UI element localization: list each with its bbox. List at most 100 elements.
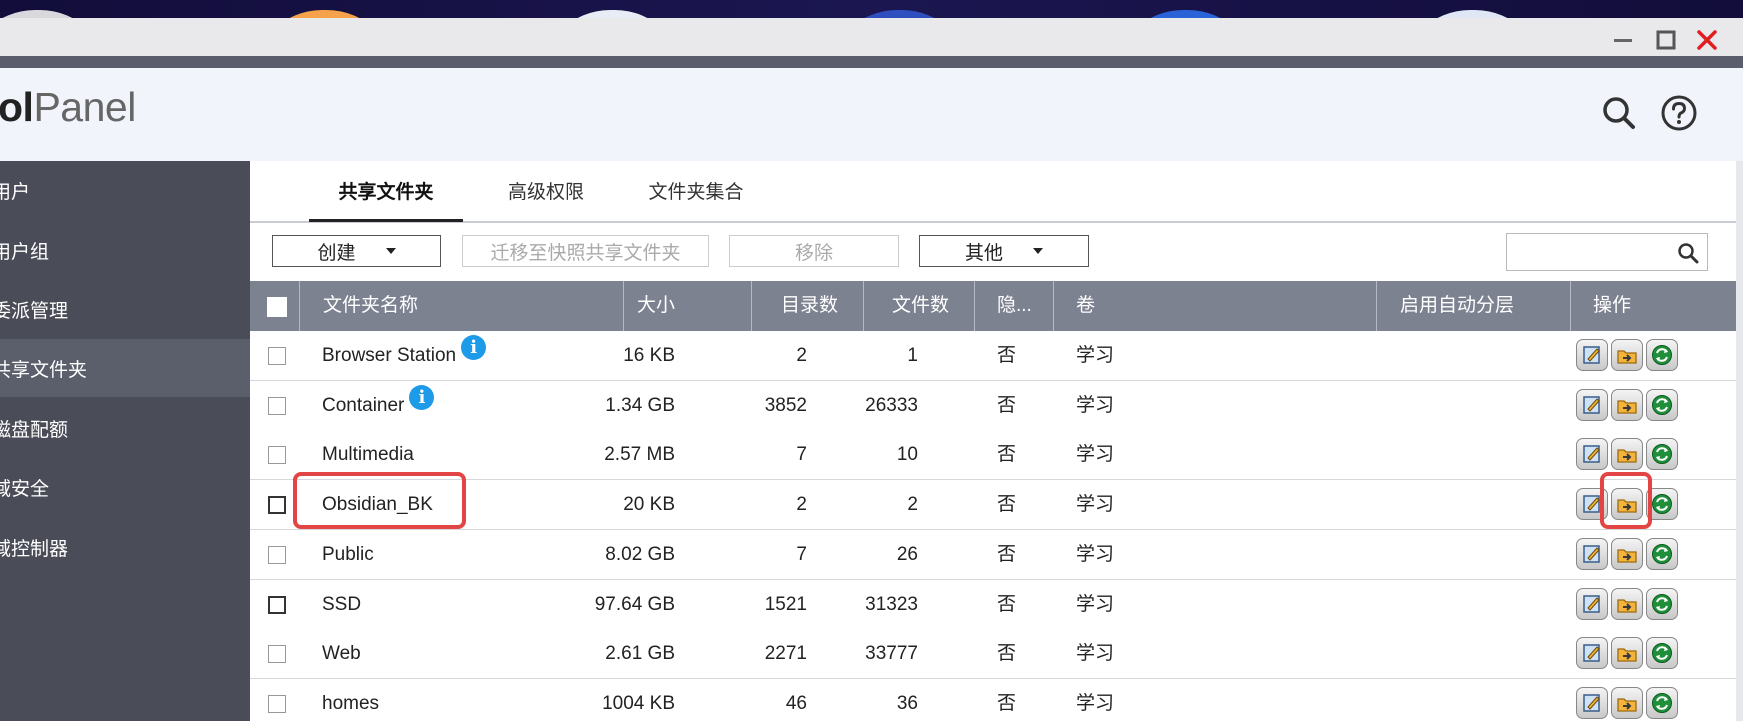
- table-row[interactable]: Multimedia 2.57 MB 7 10 否 学习: [250, 430, 1743, 481]
- sidebar-item-shared-folders[interactable]: 共享文件夹: [0, 339, 250, 397]
- size-cell: 16 KB: [623, 345, 675, 366]
- edit-permissions-icon[interactable]: [1611, 537, 1643, 570]
- highlight-permission-icon: [1600, 472, 1652, 529]
- folder-name[interactable]: Web: [322, 643, 361, 664]
- table-row[interactable]: SSD 97.64 GB 1521 31323 否 学习: [250, 579, 1743, 630]
- row-checkbox[interactable]: [268, 595, 286, 614]
- table-header: 文件夹名称 大小 目录数 文件数 隐... 卷 启用自动分层 操作: [250, 281, 1743, 331]
- search-field[interactable]: [1506, 233, 1708, 271]
- column-header-folder-name[interactable]: 文件夹名称: [323, 281, 418, 331]
- column-header-hidden[interactable]: 隐...: [997, 281, 1032, 331]
- folder-name[interactable]: Multimedia: [322, 444, 414, 465]
- other-dropdown-button[interactable]: 其他: [919, 235, 1089, 267]
- edit-permissions-icon[interactable]: [1611, 587, 1643, 620]
- column-header-auto-tiering[interactable]: 启用自动分层: [1400, 281, 1514, 331]
- refresh-icon[interactable]: [1646, 637, 1678, 670]
- search-icon[interactable]: [1600, 94, 1640, 134]
- tab-folder-aggregation[interactable]: 文件夹集合: [616, 161, 776, 221]
- refresh-icon[interactable]: [1646, 686, 1678, 719]
- row-checkbox[interactable]: [268, 396, 286, 415]
- help-icon[interactable]: [1660, 94, 1700, 134]
- refresh-icon[interactable]: [1646, 438, 1678, 471]
- edit-permissions-icon[interactable]: [1611, 388, 1643, 421]
- table-row[interactable]: Browser Station i 16 KB 2 1 否 学习: [250, 331, 1743, 381]
- folder-name-cell[interactable]: homes: [322, 679, 379, 721]
- edit-properties-icon[interactable]: [1576, 438, 1608, 471]
- edit-permissions-icon[interactable]: [1611, 637, 1643, 670]
- remove-button[interactable]: 移除: [729, 235, 899, 267]
- edit-properties-icon[interactable]: [1576, 637, 1608, 670]
- size-cell: 1.34 GB: [605, 394, 675, 416]
- search-icon[interactable]: [1677, 242, 1699, 269]
- titlebar-divider: [0, 56, 1743, 68]
- files-cell: 2: [907, 494, 918, 516]
- edit-properties-icon[interactable]: [1576, 388, 1608, 421]
- row-checkbox[interactable]: [268, 496, 286, 515]
- shared-folder-table: 文件夹名称 大小 目录数 文件数 隐... 卷 启用自动分层 操作 Browse…: [250, 281, 1743, 721]
- sidebar-item-domain-controller[interactable]: 域控制器: [0, 518, 250, 576]
- sidebar-item-disk-quota[interactable]: 磁盘配额: [0, 399, 250, 457]
- size-cell: 8.02 GB: [605, 543, 675, 565]
- sidebar-item-domain-security[interactable]: 域安全: [0, 458, 250, 516]
- folder-name[interactable]: homes: [322, 693, 379, 714]
- chevron-down-icon: [385, 248, 396, 254]
- folder-name[interactable]: Public: [322, 544, 374, 565]
- edit-properties-icon[interactable]: [1576, 339, 1608, 371]
- edit-permissions-icon[interactable]: [1611, 339, 1643, 371]
- folder-name-cell[interactable]: Browser Station i: [322, 331, 487, 381]
- row-checkbox[interactable]: [268, 446, 286, 465]
- folder-name-cell[interactable]: SSD: [322, 580, 361, 630]
- sidebar-item-user-groups[interactable]: 用户组: [0, 221, 250, 279]
- column-header-size[interactable]: 大小: [562, 281, 675, 331]
- table-row[interactable]: Obsidian_BK 20 KB 2 2 否学习: [250, 480, 1743, 531]
- tab-shared-folders[interactable]: 共享文件夹: [309, 161, 463, 222]
- table-row[interactable]: Web 2.61 GB 2271 33777 否 学习: [250, 629, 1743, 680]
- edit-properties-icon[interactable]: [1576, 686, 1608, 719]
- edit-properties-icon[interactable]: [1576, 587, 1608, 620]
- edit-properties-icon[interactable]: [1576, 537, 1608, 570]
- folder-name-cell[interactable]: Web: [322, 629, 361, 679]
- hidden-cell: 否: [997, 394, 1017, 416]
- chevron-down-icon: [1033, 248, 1043, 254]
- edit-permissions-icon[interactable]: [1611, 686, 1643, 719]
- files-cell: 31323: [865, 593, 918, 615]
- dirs-cell: 46: [785, 692, 807, 714]
- folder-name[interactable]: Browser Station: [322, 345, 456, 366]
- row-checkbox[interactable]: [268, 545, 286, 564]
- create-dropdown-button[interactable]: 创建: [272, 235, 441, 267]
- maximize-icon[interactable]: [1652, 26, 1680, 54]
- refresh-icon[interactable]: [1646, 339, 1678, 371]
- minimize-icon[interactable]: [1609, 26, 1637, 54]
- size-cell: 2.57 MB: [604, 444, 675, 466]
- close-icon[interactable]: [1693, 26, 1721, 54]
- tab-advanced-permissions[interactable]: 高级权限: [476, 161, 616, 221]
- search-input[interactable]: [1513, 234, 1677, 270]
- refresh-icon[interactable]: [1646, 388, 1678, 421]
- folder-name-cell[interactable]: Public: [322, 530, 374, 580]
- vertical-scrollbar[interactable]: [1736, 161, 1743, 721]
- table-row[interactable]: Public 8.02 GB 7 26 否 学习: [250, 529, 1743, 580]
- sidebar-item-users[interactable]: 用户: [0, 161, 250, 219]
- column-header-dirs[interactable]: 目录数: [781, 281, 838, 331]
- table-row[interactable]: homes 1004 KB 46 36 否 学习: [250, 678, 1743, 721]
- info-icon[interactable]: i: [409, 384, 435, 410]
- select-all-checkbox[interactable]: [267, 297, 287, 317]
- folder-name[interactable]: Container: [322, 395, 404, 416]
- row-checkbox[interactable]: [268, 645, 286, 664]
- refresh-icon[interactable]: [1646, 587, 1678, 620]
- hidden-cell: 否: [997, 643, 1017, 665]
- edit-permissions-icon[interactable]: [1611, 438, 1643, 471]
- sidebar-item-delegated-admin[interactable]: 委派管理: [0, 280, 250, 338]
- migrate-to-snapshot-button[interactable]: 迁移至快照共享文件夹: [462, 235, 709, 267]
- column-header-files[interactable]: 文件数: [892, 281, 949, 331]
- folder-name-cell[interactable]: Container i: [322, 381, 435, 431]
- table-row[interactable]: Container i 1.34 GB 3852 26333 否 学习: [250, 380, 1743, 431]
- app-header: olPanel: [0, 68, 1743, 161]
- row-checkbox[interactable]: [268, 694, 286, 713]
- row-checkbox[interactable]: [268, 347, 286, 365]
- folder-name[interactable]: SSD: [322, 594, 361, 615]
- dirs-cell: 2: [796, 494, 807, 516]
- info-icon[interactable]: i: [461, 335, 487, 360]
- column-header-volume[interactable]: 卷: [1076, 281, 1095, 331]
- refresh-icon[interactable]: [1646, 537, 1678, 570]
